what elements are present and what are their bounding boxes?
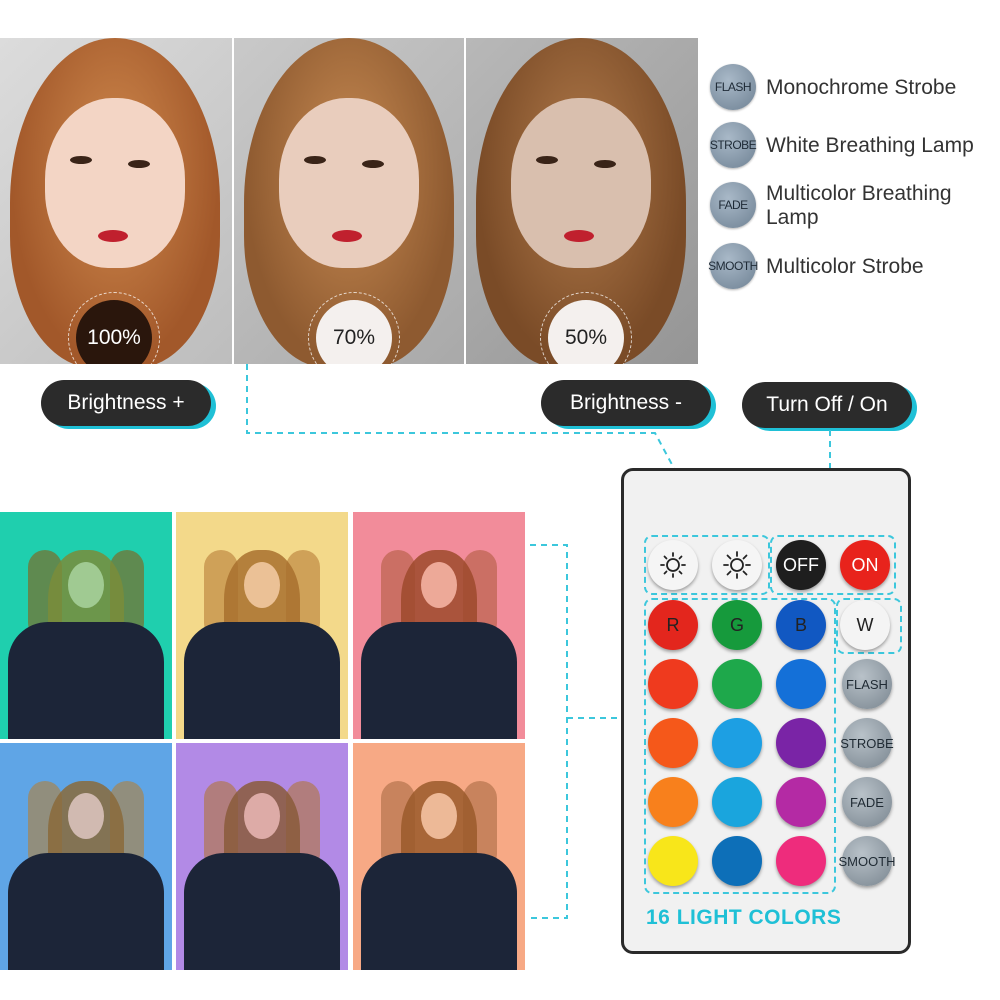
- brightness-down-icon: [660, 552, 686, 578]
- brightness-down-button[interactable]: [648, 540, 698, 590]
- color-photo-yellow: [176, 512, 348, 739]
- color-button-r2c3[interactable]: [776, 718, 826, 768]
- color-button-r2c2[interactable]: [712, 718, 762, 768]
- color-button-r4c1[interactable]: [648, 836, 698, 886]
- flash-button[interactable]: FLASH: [842, 659, 892, 709]
- red-button[interactable]: R: [648, 600, 698, 650]
- color-button-r3c1[interactable]: [648, 777, 698, 827]
- color-button-r1c1[interactable]: [648, 659, 698, 709]
- color-button-r3c3[interactable]: [776, 777, 826, 827]
- strobe-button[interactable]: STROBE: [840, 718, 894, 768]
- color-photo-orange: [353, 743, 525, 970]
- on-button[interactable]: ON: [840, 540, 890, 590]
- color-button-r1c2[interactable]: [712, 659, 762, 709]
- off-button[interactable]: OFF: [776, 540, 826, 590]
- blue-button[interactable]: B: [776, 600, 826, 650]
- color-button-r1c3[interactable]: [776, 659, 826, 709]
- color-button-r2c1[interactable]: [648, 718, 698, 768]
- brightness-up-button[interactable]: [712, 540, 762, 590]
- light-colors-caption: 16 LIGHT COLORS: [646, 906, 842, 929]
- color-button-r4c2[interactable]: [712, 836, 762, 886]
- green-button[interactable]: G: [712, 600, 762, 650]
- color-photo-pink: [353, 512, 525, 739]
- fade-button[interactable]: FADE: [842, 777, 892, 827]
- color-photo-purple: [176, 743, 348, 970]
- color-photo-blue: [0, 743, 172, 970]
- color-photo-teal: [0, 512, 172, 739]
- brightness-up-icon: [723, 551, 751, 579]
- white-button[interactable]: W: [840, 600, 890, 650]
- color-button-r4c3[interactable]: [776, 836, 826, 886]
- smooth-button[interactable]: SMOOTH: [838, 836, 896, 886]
- color-button-r3c2[interactable]: [712, 777, 762, 827]
